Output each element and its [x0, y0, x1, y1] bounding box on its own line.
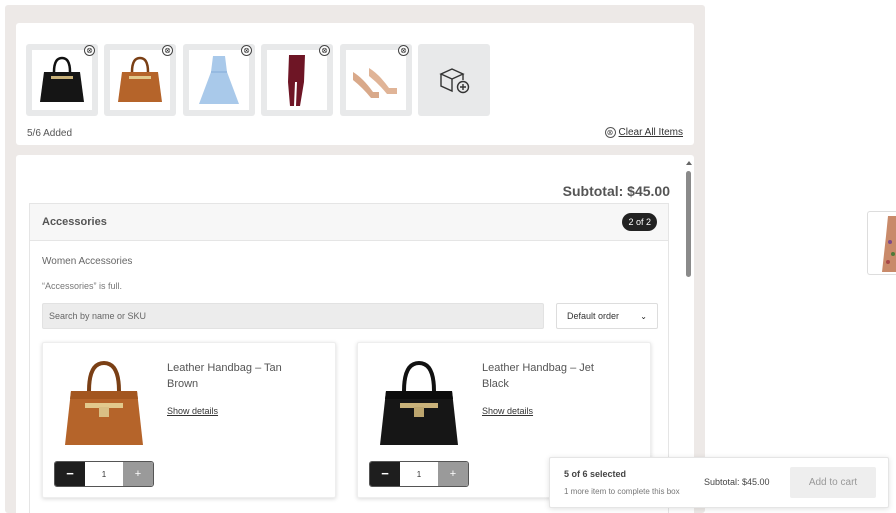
- add-box-icon: [439, 68, 470, 94]
- tan-handbag-image: [110, 50, 170, 110]
- chevron-down-icon: ⌄: [640, 311, 647, 321]
- add-item-slot[interactable]: [418, 44, 490, 116]
- quantity-stepper[interactable]: − +: [369, 461, 469, 487]
- section-title: Accessories: [42, 216, 107, 228]
- added-item-thumb[interactable]: ⊗: [104, 44, 176, 116]
- floating-cart-bar: 5 of 6 selected 1 more item to complete …: [549, 457, 889, 508]
- quantity-stepper[interactable]: − +: [54, 461, 154, 487]
- decrease-quantity-button[interactable]: −: [55, 462, 85, 486]
- sort-order-select[interactable]: Default order ⌄: [556, 303, 658, 329]
- remove-item-icon[interactable]: ⊗: [241, 45, 252, 56]
- section-count-badge: 2 of 2: [622, 213, 657, 231]
- added-items-panel: ⊗ ⊗ ⊗ ⊗ ⊗ 5/6 Added ⊗ Clear All Items: [16, 23, 694, 145]
- added-item-thumb[interactable]: ⊗: [183, 44, 255, 116]
- clear-all-label: Clear All Items: [618, 127, 683, 138]
- maroon-leggings-image: [267, 50, 327, 110]
- sort-order-label: Default order: [567, 311, 620, 321]
- tan-handbag-image: [53, 353, 155, 455]
- scrollbar-thumb[interactable]: [686, 171, 691, 277]
- section-full-note: “Accessories” is full.: [42, 281, 123, 291]
- remove-item-icon[interactable]: ⊗: [319, 45, 330, 56]
- quantity-field[interactable]: [400, 462, 438, 486]
- side-product-thumbnail[interactable]: [867, 211, 896, 275]
- added-item-thumb[interactable]: ⊗: [261, 44, 333, 116]
- added-item-thumb[interactable]: ⊗: [26, 44, 98, 116]
- added-count: 5/6 Added: [27, 128, 73, 139]
- remove-item-icon[interactable]: ⊗: [162, 45, 173, 56]
- increase-quantity-button[interactable]: +: [123, 462, 153, 486]
- clear-icon: ⊗: [604, 127, 616, 138]
- section-header[interactable]: Accessories 2 of 2: [30, 204, 668, 241]
- show-details-link[interactable]: Show details: [482, 406, 533, 416]
- product-card: Leather Handbag – Tan Brown Show details…: [42, 342, 336, 498]
- blue-dress-image: [189, 50, 249, 110]
- add-to-cart-button[interactable]: Add to cart: [790, 467, 876, 498]
- floating-subtotal: Subtotal: $45.00: [704, 477, 770, 487]
- black-handbag-image: [368, 353, 470, 455]
- clear-all-button[interactable]: ⊗ Clear All Items: [604, 127, 683, 138]
- product-name: Leather Handbag – Jet Black: [482, 362, 594, 390]
- decrease-quantity-button[interactable]: −: [370, 462, 400, 486]
- black-handbag-image: [32, 50, 92, 110]
- floral-dress-image: [882, 216, 896, 272]
- product-name: Leather Handbag – Tan Brown: [167, 362, 282, 390]
- subtotal: Subtotal: $45.00: [562, 183, 670, 199]
- remove-item-icon[interactable]: ⊗: [84, 45, 95, 56]
- search-input[interactable]: [42, 303, 544, 329]
- increase-quantity-button[interactable]: +: [438, 462, 468, 486]
- section-subtitle: Women Accessories: [42, 256, 133, 267]
- added-item-thumb[interactable]: ⊗: [340, 44, 412, 116]
- show-details-link[interactable]: Show details: [167, 406, 218, 416]
- remove-item-icon[interactable]: ⊗: [398, 45, 409, 56]
- selected-count: 5 of 6 selected: [564, 469, 627, 479]
- quantity-field[interactable]: [85, 462, 123, 486]
- scroll-up-icon[interactable]: [686, 161, 692, 165]
- completion-note: 1 more item to complete this box: [564, 487, 680, 496]
- nude-heels-image: [346, 50, 406, 110]
